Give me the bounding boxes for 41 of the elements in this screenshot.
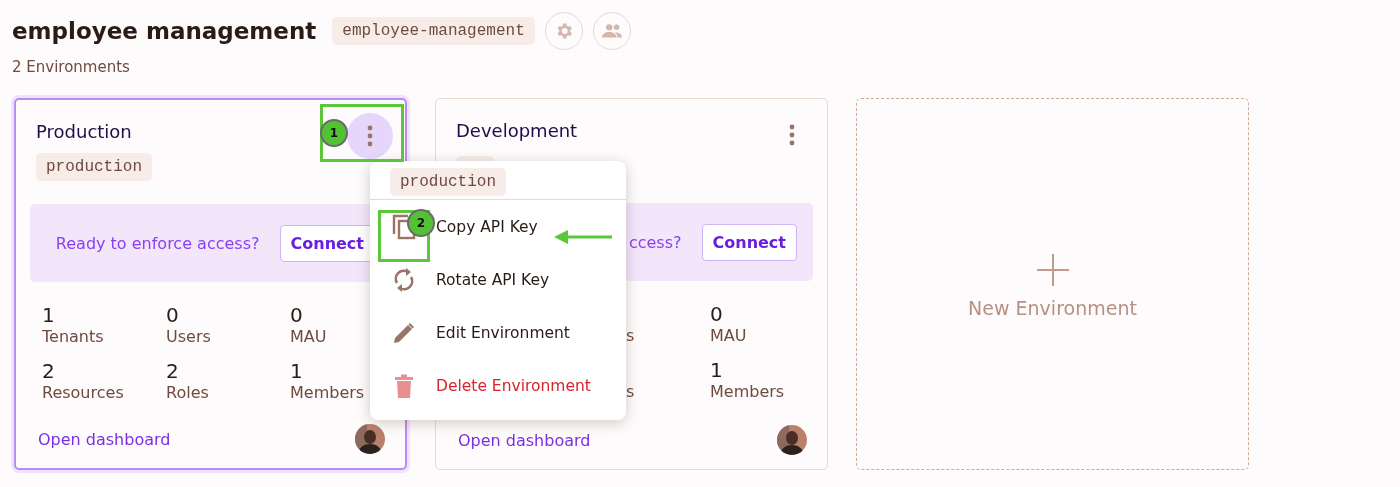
connect-button[interactable]: Connect [701,223,797,261]
banner-text: ccess? [628,232,682,252]
environment-count: 2 Environments [12,58,131,76]
more-icon [367,125,373,147]
banner-text: Ready to enforce access? [55,233,260,253]
stat-value: 1 [710,359,724,381]
environment-name: Development [456,119,578,141]
stat-label: Tenants [42,326,105,348]
stat-value: 0 [710,303,724,325]
stat-label: MAU [290,326,328,348]
stat-value: 0 [290,304,304,326]
open-dashboard-link[interactable]: Open dashboard [458,430,591,450]
open-dashboard-link[interactable]: Open dashboard [38,429,171,449]
pencil-icon [392,320,416,345]
stat-value: 1 [42,304,56,326]
trash-icon [392,373,416,398]
pointer-arrow [554,230,612,244]
stat-label: Roles [166,382,210,404]
stat-label: Resources [42,382,125,404]
people-icon [600,22,623,40]
stat-label: s [626,325,636,347]
project-title: employee management [12,18,317,44]
rotate-icon [392,266,416,293]
settings-button[interactable] [544,12,583,50]
project-slug-tag: employee-management [332,17,535,45]
stat-value: 2 [42,360,56,382]
stat-label: Users [166,326,212,348]
members-button[interactable] [592,12,631,50]
environment-slug-tag: production [390,168,506,196]
stat-label: Members [290,382,366,404]
environment-slug-tag: production [36,153,152,181]
stat-value: 0 [166,304,180,326]
plus-icon [1035,253,1070,287]
stat-label: s [626,381,636,403]
stat-label: MAU [710,325,748,347]
more-icon [789,124,795,146]
stat-value: 2 [166,360,180,382]
more-button[interactable] [347,113,393,159]
environment-name: Production [36,120,132,142]
stat-label: Members [710,381,786,403]
stat-value: 1 [290,360,304,382]
